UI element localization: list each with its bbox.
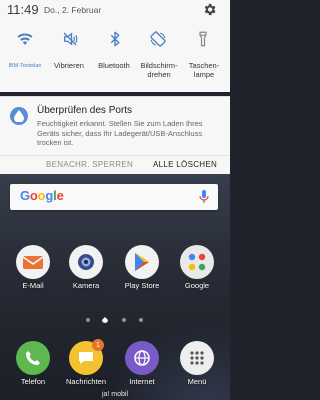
panel-header: 11:49 Do., 2. Februar xyxy=(0,0,230,20)
dock-internet[interactable]: Internet xyxy=(122,341,162,389)
toggle-vibrate[interactable] xyxy=(58,28,82,50)
quick-toggle-labels: IBM-Testwlan Vibrieren Bluetooth Bildsch… xyxy=(0,61,230,85)
home-page-icon xyxy=(102,317,108,323)
app-google-folder[interactable]: Google xyxy=(177,245,217,293)
notification-title: Überprüfen des Ports xyxy=(37,105,133,116)
app-label: Nachrichten xyxy=(65,377,107,386)
toggle-label-wifi: IBM-Testwlan xyxy=(8,63,42,69)
dock-apps-menu[interactable]: Menü xyxy=(177,341,217,389)
toggle-bluetooth[interactable] xyxy=(103,28,127,50)
screen-rotation-icon xyxy=(150,31,166,47)
app-email[interactable]: E-Mail xyxy=(13,245,53,293)
unread-badge: 1 xyxy=(92,339,104,351)
app-label: Menü xyxy=(187,377,207,386)
toggle-label-flashlight: Taschen- lampe xyxy=(188,61,220,79)
apps-menu-icon xyxy=(180,341,214,375)
clear-all-button[interactable]: ALLE LÖSCHEN xyxy=(153,160,217,169)
internet-icon xyxy=(125,341,159,375)
page-dot xyxy=(86,318,90,322)
wifi-icon xyxy=(17,33,33,45)
app-label: Internet xyxy=(129,377,155,386)
toggle-label-bluetooth: Bluetooth xyxy=(98,61,130,70)
play-store-icon xyxy=(125,245,159,279)
flashlight-icon xyxy=(199,31,207,47)
quick-settings-panel: 11:49 Do., 2. Februar IBM-Testwlan Vibri… xyxy=(0,0,230,92)
gear-icon[interactable] xyxy=(202,2,217,17)
date[interactable]: Do., 2. Februar xyxy=(44,5,101,15)
notification-actions: BENACHR. SPERREN ALLE LÖSCHEN xyxy=(0,155,230,173)
quick-toggles xyxy=(0,28,230,50)
vibrate-icon xyxy=(63,32,78,46)
toggle-flashlight[interactable] xyxy=(191,28,215,50)
app-camera[interactable]: Kamera xyxy=(66,245,106,293)
app-play-store[interactable]: Play Store xyxy=(122,245,162,293)
port-notification[interactable]: Überprüfen des Ports Feuchtigkeit erkann… xyxy=(0,96,230,174)
page-dot xyxy=(139,318,143,322)
mail-icon xyxy=(16,245,50,279)
google-folder-icon xyxy=(180,245,214,279)
dock-messages[interactable]: 1 Nachrichten xyxy=(66,339,106,389)
page-dot xyxy=(122,318,126,322)
app-label: Play Store xyxy=(124,281,160,290)
toggle-screen-rotation[interactable] xyxy=(146,28,170,50)
google-search-bar[interactable]: Google xyxy=(10,184,218,210)
block-notifications-button[interactable]: BENACHR. SPERREN xyxy=(46,160,133,169)
app-label: Telefon xyxy=(20,377,46,386)
toggle-label-vibrate: Vibrieren xyxy=(54,61,84,70)
google-logo: Google xyxy=(20,188,64,203)
toggle-label-screen-rotation: Bildschirm- drehen xyxy=(140,61,178,79)
dock-phone[interactable]: Telefon xyxy=(13,341,53,389)
app-label: Kamera xyxy=(72,281,100,290)
notification-body: Feuchtigkeit erkannt. Stellen Sie zum La… xyxy=(37,119,203,147)
page-indicator xyxy=(0,316,230,324)
phone-icon xyxy=(16,341,50,375)
app-label: E-Mail xyxy=(22,281,44,290)
toggle-wifi[interactable] xyxy=(13,28,37,50)
mic-icon[interactable] xyxy=(199,190,209,204)
carrier-label: ja! mobil xyxy=(101,391,129,398)
water-drop-icon xyxy=(10,107,28,125)
clock: 11:49 xyxy=(7,2,39,17)
bluetooth-icon xyxy=(110,31,120,47)
camera-icon xyxy=(69,245,103,279)
app-label: Google xyxy=(184,281,210,290)
